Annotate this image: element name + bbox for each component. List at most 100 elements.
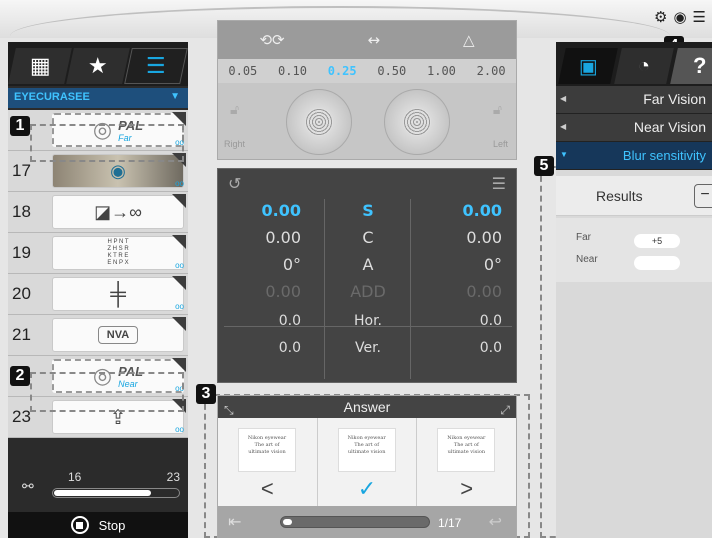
tab-patient-record[interactable]: ▣ [558, 48, 618, 84]
marker-1: 1 [10, 116, 30, 136]
answer-choice-next[interactable]: Nikon eyewear The art of ultimate vision > [417, 418, 516, 506]
right-value: 0.0 [278, 340, 301, 356]
left-eye-label: Left [492, 139, 508, 149]
answer-title: Answer [343, 399, 391, 415]
rotate-icon[interactable]: ⟲⟳ [259, 31, 284, 49]
left-eye-lens[interactable] [384, 89, 450, 155]
right-value: 0.0 [278, 313, 301, 329]
value-row-vertical[interactable]: 0.0 Ver. 0.0 [218, 336, 516, 363]
left-value: 0.0 [479, 340, 502, 356]
list-item[interactable]: 21 NVA [8, 315, 188, 356]
help-icon: ? [693, 53, 707, 78]
sample-text-card: Nikon eyewear The art of ultimate vision [238, 428, 296, 472]
menu-icon[interactable]: ☰ [693, 8, 706, 26]
distance-infinity-icon: ◪→∞ [94, 201, 142, 222]
value-row-horizontal[interactable]: 0.0 Hor. 0.0 [218, 309, 516, 336]
eye-lens-area: Right 🔓︎ 🔓︎ Left [218, 83, 516, 159]
caret-down-icon: ▼ [560, 150, 568, 159]
answer-progress-fill [283, 519, 292, 525]
results-body: Far +5 Near [556, 218, 712, 282]
tab-patient-history[interactable]: ◔ [614, 48, 674, 84]
back-to-start-icon[interactable]: ⇤ [228, 512, 241, 531]
row-label: Hor. [353, 313, 382, 329]
answer-progress-bar [280, 516, 430, 528]
left-value: 0.0 [479, 313, 502, 329]
scale-value[interactable]: 1.00 [427, 64, 456, 78]
binocular-icon: oo [175, 425, 184, 434]
list-item[interactable]: 18 ◪→∞ [8, 192, 188, 233]
menu-icon[interactable]: ☰ [492, 174, 506, 193]
value-row-axis[interactable]: 0° A 0° [218, 251, 516, 278]
scale-value-selected[interactable]: 0.25 [328, 64, 357, 78]
tab-list[interactable]: ☰ [124, 48, 188, 84]
menu-item-far-vision[interactable]: ◀ Far Vision [556, 86, 712, 114]
row-label: S [362, 201, 374, 220]
marker-3: 3 [196, 384, 216, 404]
settings-icon[interactable]: ⚙ [654, 8, 667, 26]
result-label-far: Far [576, 232, 591, 243]
cross-grid-thumbnail: ╪ [52, 277, 184, 311]
nva-thumbnail: NVA [52, 318, 184, 352]
counter-end: 23 [166, 470, 180, 484]
value-row-add[interactable]: 0.00 ADD 0.00 [218, 278, 516, 305]
corner-tag-icon [172, 276, 186, 290]
tab-grid[interactable]: ▦ [8, 48, 72, 84]
chevron-right-icon: > [460, 476, 474, 501]
answer-choice-previous[interactable]: Nikon eyewear The art of ultimate vision < [218, 418, 318, 506]
list-item[interactable]: 20 ╪ oo [8, 274, 188, 315]
triangle-icon[interactable]: △ [463, 31, 475, 49]
menu-item-near-vision[interactable]: ◀ Near Vision [556, 114, 712, 142]
undo-icon[interactable]: ↩ [489, 512, 502, 531]
lens-control-panel: ⟲⟳ ↔ △ 0.05 0.10 0.25 0.50 1.00 2.00 Rig… [217, 20, 517, 160]
letter-chart-thumbnail: H P N T Z H S R K T R E E N P X [52, 236, 184, 270]
list-item[interactable]: 19 H P N T Z H S R K T R E E N P X oo [8, 233, 188, 274]
row-label: ADD [350, 282, 386, 301]
right-value: 0.00 [265, 228, 301, 247]
answer-header: ⤡ Answer ⤢ [218, 396, 516, 418]
lock-icon[interactable]: 🔓︎ [493, 101, 502, 118]
eye-image-icon: ◉ [110, 160, 126, 181]
refraction-header: ↺ ☰ [218, 169, 516, 197]
step-scale: 0.05 0.10 0.25 0.50 1.00 2.00 [218, 59, 516, 83]
scale-value[interactable]: 0.50 [377, 64, 406, 78]
row-label: C [362, 228, 374, 247]
stop-button[interactable]: Stop [8, 512, 188, 538]
fingerprint-icon [403, 108, 431, 136]
scale-value[interactable]: 2.00 [477, 64, 506, 78]
right-eye-lens[interactable] [286, 89, 352, 155]
value-row-cylinder[interactable]: 0.00 C 0.00 [218, 224, 516, 251]
tab-favorites[interactable]: ★ [66, 48, 130, 84]
result-value-far: +5 [634, 234, 680, 248]
record-icon[interactable]: ◉ [673, 8, 686, 26]
results-title: Results [596, 188, 643, 204]
lock-icon[interactable]: 🔓︎ [230, 101, 239, 118]
list-item-number: 20 [12, 284, 31, 303]
collapse-button[interactable]: − [694, 184, 712, 208]
marker-2: 2 [10, 366, 30, 386]
corner-tag-icon [172, 317, 186, 331]
result-value-near [634, 256, 680, 270]
counter-start: 16 [68, 470, 82, 484]
cross-grid-icon: ╪ [110, 281, 126, 306]
link-icon[interactable]: ⚯ [22, 478, 34, 495]
marker-5: 5 [534, 156, 554, 176]
list-item-number: 19 [12, 243, 31, 262]
menu-item-label: Blur sensitivity [622, 148, 706, 163]
sample-text-card: Nikon eyewear The art of ultimate vision [337, 428, 396, 472]
scale-value[interactable]: 0.10 [278, 64, 307, 78]
menu-item-label: Far Vision [643, 91, 706, 107]
reset-icon[interactable]: ↺ [228, 174, 241, 193]
left-panel: ▦ ★ ☰ EYECURASEE ▼ 16 ◎ PALFar oo 17 ◉ o… [8, 42, 188, 538]
scale-value[interactable]: 0.05 [228, 64, 257, 78]
answer-panel: ⤡ Answer ⤢ Nikon eyewear The art of ultima… [217, 395, 517, 538]
answer-choice-accept[interactable]: Nikon eyewear The art of ultimate vision ✓ [318, 418, 418, 506]
results-header: Results − [556, 176, 712, 216]
value-row-sphere[interactable]: 0.00 S 0.00 [218, 197, 516, 224]
horizontal-shift-icon[interactable]: ↔ [368, 31, 381, 49]
corner-tag-icon [172, 235, 186, 249]
program-dropdown[interactable]: EYECURASEE ▼ [8, 88, 188, 108]
sample-text-card: Nikon eyewear The art of ultimate vision [437, 428, 496, 472]
menu-item-blur-sensitivity[interactable]: ▼ Blur sensitivity [556, 142, 712, 170]
tab-help[interactable]: ? [670, 48, 712, 84]
highlight-box-2 [30, 372, 184, 412]
